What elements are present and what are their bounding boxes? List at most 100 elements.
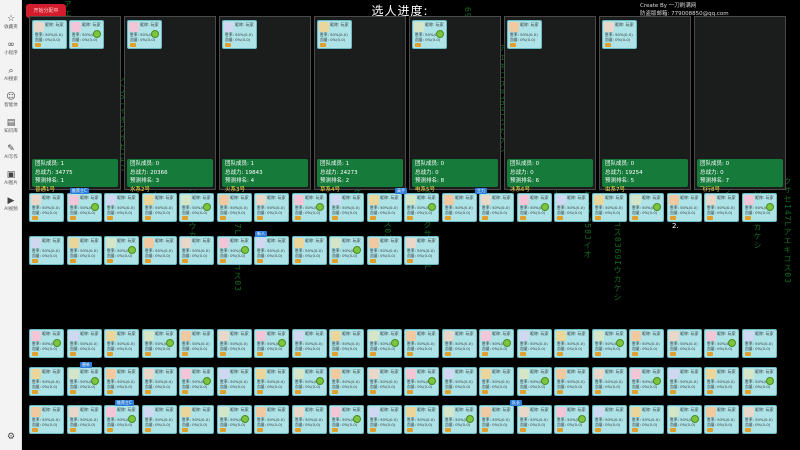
player-card[interactable]: 昵称: 玩家 胜率: 50%(0-0) 血量: 0%(0-0) (179, 405, 214, 434)
player-card[interactable]: 昵称: 玩家 胜率: 50%(0-0) 血量: 0%(0-0) (742, 405, 777, 434)
player-card[interactable]: 昵称: 玩家 胜率: 50%(0-0) 血量: 0%(0-0) (67, 329, 102, 358)
player-card[interactable]: 昵称: 玩家 胜率: 50%(0-0) 血量: 0%(0-0) (554, 367, 589, 396)
player-card[interactable]: 昵称: 玩家 胜率: 50%(0-0) 血量: 0%(0-0) (629, 367, 664, 396)
player-card[interactable]: 昵称: 玩家 胜率: 50%(0-0) 血量: 0%(0-0) (554, 405, 589, 434)
speaker-icon[interactable] (166, 339, 174, 347)
player-card[interactable]: 昵称: 玩家 胜率: 50%(0-0) 血量: 0%(0-0) (292, 236, 327, 265)
speaker-icon[interactable] (93, 30, 101, 38)
player-card[interactable]: 昵称: 玩家 胜率: 50%(0-0) 血量: 0%(0-0) (317, 20, 352, 49)
player-card[interactable]: 昵称: 玩家 胜率: 50%(0-0) 血量: 0%(0-0) (517, 405, 552, 434)
speaker-icon[interactable] (766, 377, 774, 385)
player-card[interactable]: 昵称: 玩家 胜率: 50%(0-0) 血量: 0%(0-0) (142, 236, 177, 265)
sidebar-item[interactable]: ✎ AI写作 (0, 144, 22, 166)
player-card[interactable]: 昵称: 玩家 胜率: 50%(0-0) 血量: 0%(0-0) (179, 367, 214, 396)
speaker-icon[interactable] (128, 246, 136, 254)
player-card[interactable]: 昵称: 玩家 胜率: 50%(0-0) 血量: 0%(0-0) (217, 367, 252, 396)
player-card[interactable]: 昵称: 玩家 胜率: 50%(0-0) 血量: 0%(0-0) (254, 367, 289, 396)
player-card[interactable]: 昵称: 玩家 胜率: 50%(0-0) 血量: 0%(0-0) (29, 405, 64, 434)
player-card[interactable]: 昵称: 玩家 胜率: 50%(0-0) 血量: 0%(0-0) (292, 367, 327, 396)
speaker-icon[interactable] (428, 377, 436, 385)
sidebar-item[interactable]: ⚙ (0, 432, 22, 450)
player-card[interactable]: 昵称: 玩家 胜率: 50%(0-0) 血量: 0%(0-0) (404, 329, 439, 358)
speaker-icon[interactable] (541, 203, 549, 211)
player-card[interactable]: 昵称: 玩家 胜率: 50%(0-0) 血量: 0%(0-0) (592, 329, 627, 358)
player-card[interactable]: 昵称: 玩家 胜率: 50%(0-0) 血量: 0%(0-0) (329, 405, 364, 434)
player-card[interactable]: 昵称: 玩家 胜率: 50%(0-0) 血量: 0%(0-0) (217, 329, 252, 358)
player-card[interactable]: 昵称: 玩家 胜率: 50%(0-0) 血量: 0%(0-0) (127, 20, 162, 49)
player-card[interactable]: 昵称: 玩家 胜率: 50%(0-0) 血量: 0%(0-0) (704, 329, 739, 358)
player-card[interactable]: 昵称: 玩家 胜率: 50%(0-0) 血量: 0%(0-0) (292, 405, 327, 434)
player-card[interactable]: 昵称: 玩家 胜率: 50%(0-0) 血量: 0%(0-0) (217, 193, 252, 222)
player-card[interactable]: 昵称: 玩家 胜率: 50%(0-0) 血量: 0%(0-0) (517, 329, 552, 358)
speaker-icon[interactable] (91, 203, 99, 211)
player-card[interactable]: 昵称: 玩家 胜率: 50%(0-0) 血量: 0%(0-0) (179, 236, 214, 265)
speaker-icon[interactable] (91, 377, 99, 385)
speaker-icon[interactable] (353, 415, 361, 423)
speaker-icon[interactable] (503, 339, 511, 347)
player-card[interactable]: 昵称: 玩家 胜率: 50%(0-0) 血量: 0%(0-0) (367, 329, 402, 358)
player-card[interactable]: 昵称: 玩家 胜率: 50%(0-0) 血量: 0%(0-0) (67, 193, 102, 222)
player-card[interactable]: 昵称: 玩家 胜率: 50%(0-0) 血量: 0%(0-0) (629, 405, 664, 434)
player-card[interactable]: 昵称: 玩家 胜率: 50%(0-0) 血量: 0%(0-0) (404, 236, 439, 265)
player-card[interactable]: 昵称: 玩家 胜率: 50%(0-0) 血量: 0%(0-0) (742, 193, 777, 222)
player-card[interactable]: 昵称: 玩家 胜率: 50%(0-0) 血量: 0%(0-0) (29, 193, 64, 222)
sidebar-item[interactable]: ▶ AI视频 (0, 196, 22, 218)
player-card[interactable]: 昵称: 玩家 胜率: 50%(0-0) 血量: 0%(0-0) (104, 367, 139, 396)
player-card[interactable]: 昵称: 玩家 胜率: 50%(0-0) 血量: 0%(0-0) (367, 367, 402, 396)
player-card[interactable]: 昵称: 玩家 胜率: 50%(0-0) 血量: 0%(0-0) (479, 329, 514, 358)
speaker-icon[interactable] (278, 339, 286, 347)
player-card[interactable]: 昵称: 玩家 胜率: 50%(0-0) 血量: 0%(0-0) (554, 193, 589, 222)
player-card[interactable]: 昵称: 玩家 胜率: 50%(0-0) 血量: 0%(0-0) (254, 329, 289, 358)
player-card[interactable]: 昵称: 玩家 胜率: 50%(0-0) 血量: 0%(0-0) (667, 193, 702, 222)
speaker-icon[interactable] (241, 415, 249, 423)
speaker-icon[interactable] (316, 377, 324, 385)
player-card[interactable]: 昵称: 玩家 胜率: 50%(0-0) 血量: 0%(0-0) (667, 405, 702, 434)
player-card[interactable]: 昵称: 玩家 胜率: 50%(0-0) 血量: 0%(0-0) (67, 367, 102, 396)
player-card[interactable]: 昵称: 玩家 胜率: 50%(0-0) 血量: 0%(0-0) (667, 329, 702, 358)
player-card[interactable]: 昵称: 玩家 胜率: 50%(0-0) 血量: 0%(0-0) (592, 367, 627, 396)
player-card[interactable]: 昵称: 玩家 胜率: 50%(0-0) 血量: 0%(0-0) (517, 367, 552, 396)
player-card[interactable]: 昵称: 玩家 胜率: 50%(0-0) 血量: 0%(0-0) (442, 405, 477, 434)
speaker-icon[interactable] (616, 339, 624, 347)
player-card[interactable]: 昵称: 玩家 胜率: 50%(0-0) 血量: 0%(0-0) (479, 367, 514, 396)
speaker-icon[interactable] (353, 246, 361, 254)
player-card[interactable]: 昵称: 玩家 胜率: 50%(0-0) 血量: 0%(0-0) (104, 236, 139, 265)
player-card[interactable]: 昵称: 玩家 胜率: 50%(0-0) 血量: 0%(0-0) (142, 367, 177, 396)
player-card[interactable]: 昵称: 玩家 胜率: 50%(0-0) 血量: 0%(0-0) (442, 193, 477, 222)
player-card[interactable]: 昵称: 玩家 胜率: 50%(0-0) 血量: 0%(0-0) (67, 405, 102, 434)
player-card[interactable]: 昵称: 玩家 胜率: 50%(0-0) 血量: 0%(0-0) (29, 367, 64, 396)
sidebar-item[interactable]: ▤ 知识库 (0, 118, 22, 140)
speaker-icon[interactable] (653, 377, 661, 385)
speaker-icon[interactable] (241, 246, 249, 254)
speaker-icon[interactable] (653, 203, 661, 211)
player-card[interactable]: 昵称: 玩家 胜率: 50%(0-0) 血量: 0%(0-0) (104, 329, 139, 358)
player-card[interactable]: 昵称: 玩家 胜率: 50%(0-0) 血量: 0%(0-0) (404, 193, 439, 222)
speaker-icon[interactable] (428, 203, 436, 211)
player-card[interactable]: 昵称: 玩家 胜率: 50%(0-0) 血量: 0%(0-0) (292, 193, 327, 222)
speaker-icon[interactable] (128, 415, 136, 423)
player-card[interactable]: 昵称: 玩家 胜率: 50%(0-0) 血量: 0%(0-0) (742, 329, 777, 358)
speaker-icon[interactable] (391, 339, 399, 347)
player-card[interactable]: 昵称: 玩家 胜率: 50%(0-0) 血量: 0%(0-0) (507, 20, 542, 49)
player-card[interactable]: 昵称: 玩家 胜率: 50%(0-0) 血量: 0%(0-0) (442, 367, 477, 396)
player-card[interactable]: 昵称: 玩家 胜率: 50%(0-0) 血量: 0%(0-0) (67, 236, 102, 265)
player-card[interactable]: 昵称: 玩家 胜率: 50%(0-0) 血量: 0%(0-0) (292, 329, 327, 358)
player-card[interactable]: 昵称: 玩家 胜率: 50%(0-0) 血量: 0%(0-0) (104, 405, 139, 434)
player-card[interactable]: 昵称: 玩家 胜率: 50%(0-0) 血量: 0%(0-0) (179, 329, 214, 358)
player-card[interactable]: 昵称: 玩家 胜率: 50%(0-0) 血量: 0%(0-0) (704, 193, 739, 222)
player-card[interactable]: 昵称: 玩家 胜率: 50%(0-0) 血量: 0%(0-0) (479, 405, 514, 434)
player-card[interactable]: 昵称: 玩家 胜率: 50%(0-0) 血量: 0%(0-0) (254, 193, 289, 222)
player-card[interactable]: 昵称: 玩家 胜率: 50%(0-0) 血量: 0%(0-0) (442, 329, 477, 358)
player-card[interactable]: 昵称: 玩家 胜率: 50%(0-0) 血量: 0%(0-0) (29, 329, 64, 358)
player-card[interactable]: 昵称: 玩家 胜率: 50%(0-0) 血量: 0%(0-0) (629, 329, 664, 358)
player-card[interactable]: 昵称: 玩家 胜率: 50%(0-0) 血量: 0%(0-0) (179, 193, 214, 222)
speaker-icon[interactable] (578, 415, 586, 423)
speaker-icon[interactable] (691, 415, 699, 423)
player-card[interactable]: 昵称: 玩家 胜率: 50%(0-0) 血量: 0%(0-0) (329, 236, 364, 265)
player-card[interactable]: 昵称: 玩家 胜率: 50%(0-0) 血量: 0%(0-0) (629, 193, 664, 222)
player-card[interactable]: 昵称: 玩家 胜率: 50%(0-0) 血量: 0%(0-0) (602, 20, 637, 49)
player-card[interactable]: 昵称: 玩家 胜率: 50%(0-0) 血量: 0%(0-0) (69, 20, 104, 49)
sidebar-item[interactable]: ∞ 小程序 (0, 40, 22, 62)
player-card[interactable]: 昵称: 玩家 胜率: 50%(0-0) 血量: 0%(0-0) (329, 193, 364, 222)
player-card[interactable]: 昵称: 玩家 胜率: 50%(0-0) 血量: 0%(0-0) (367, 193, 402, 222)
